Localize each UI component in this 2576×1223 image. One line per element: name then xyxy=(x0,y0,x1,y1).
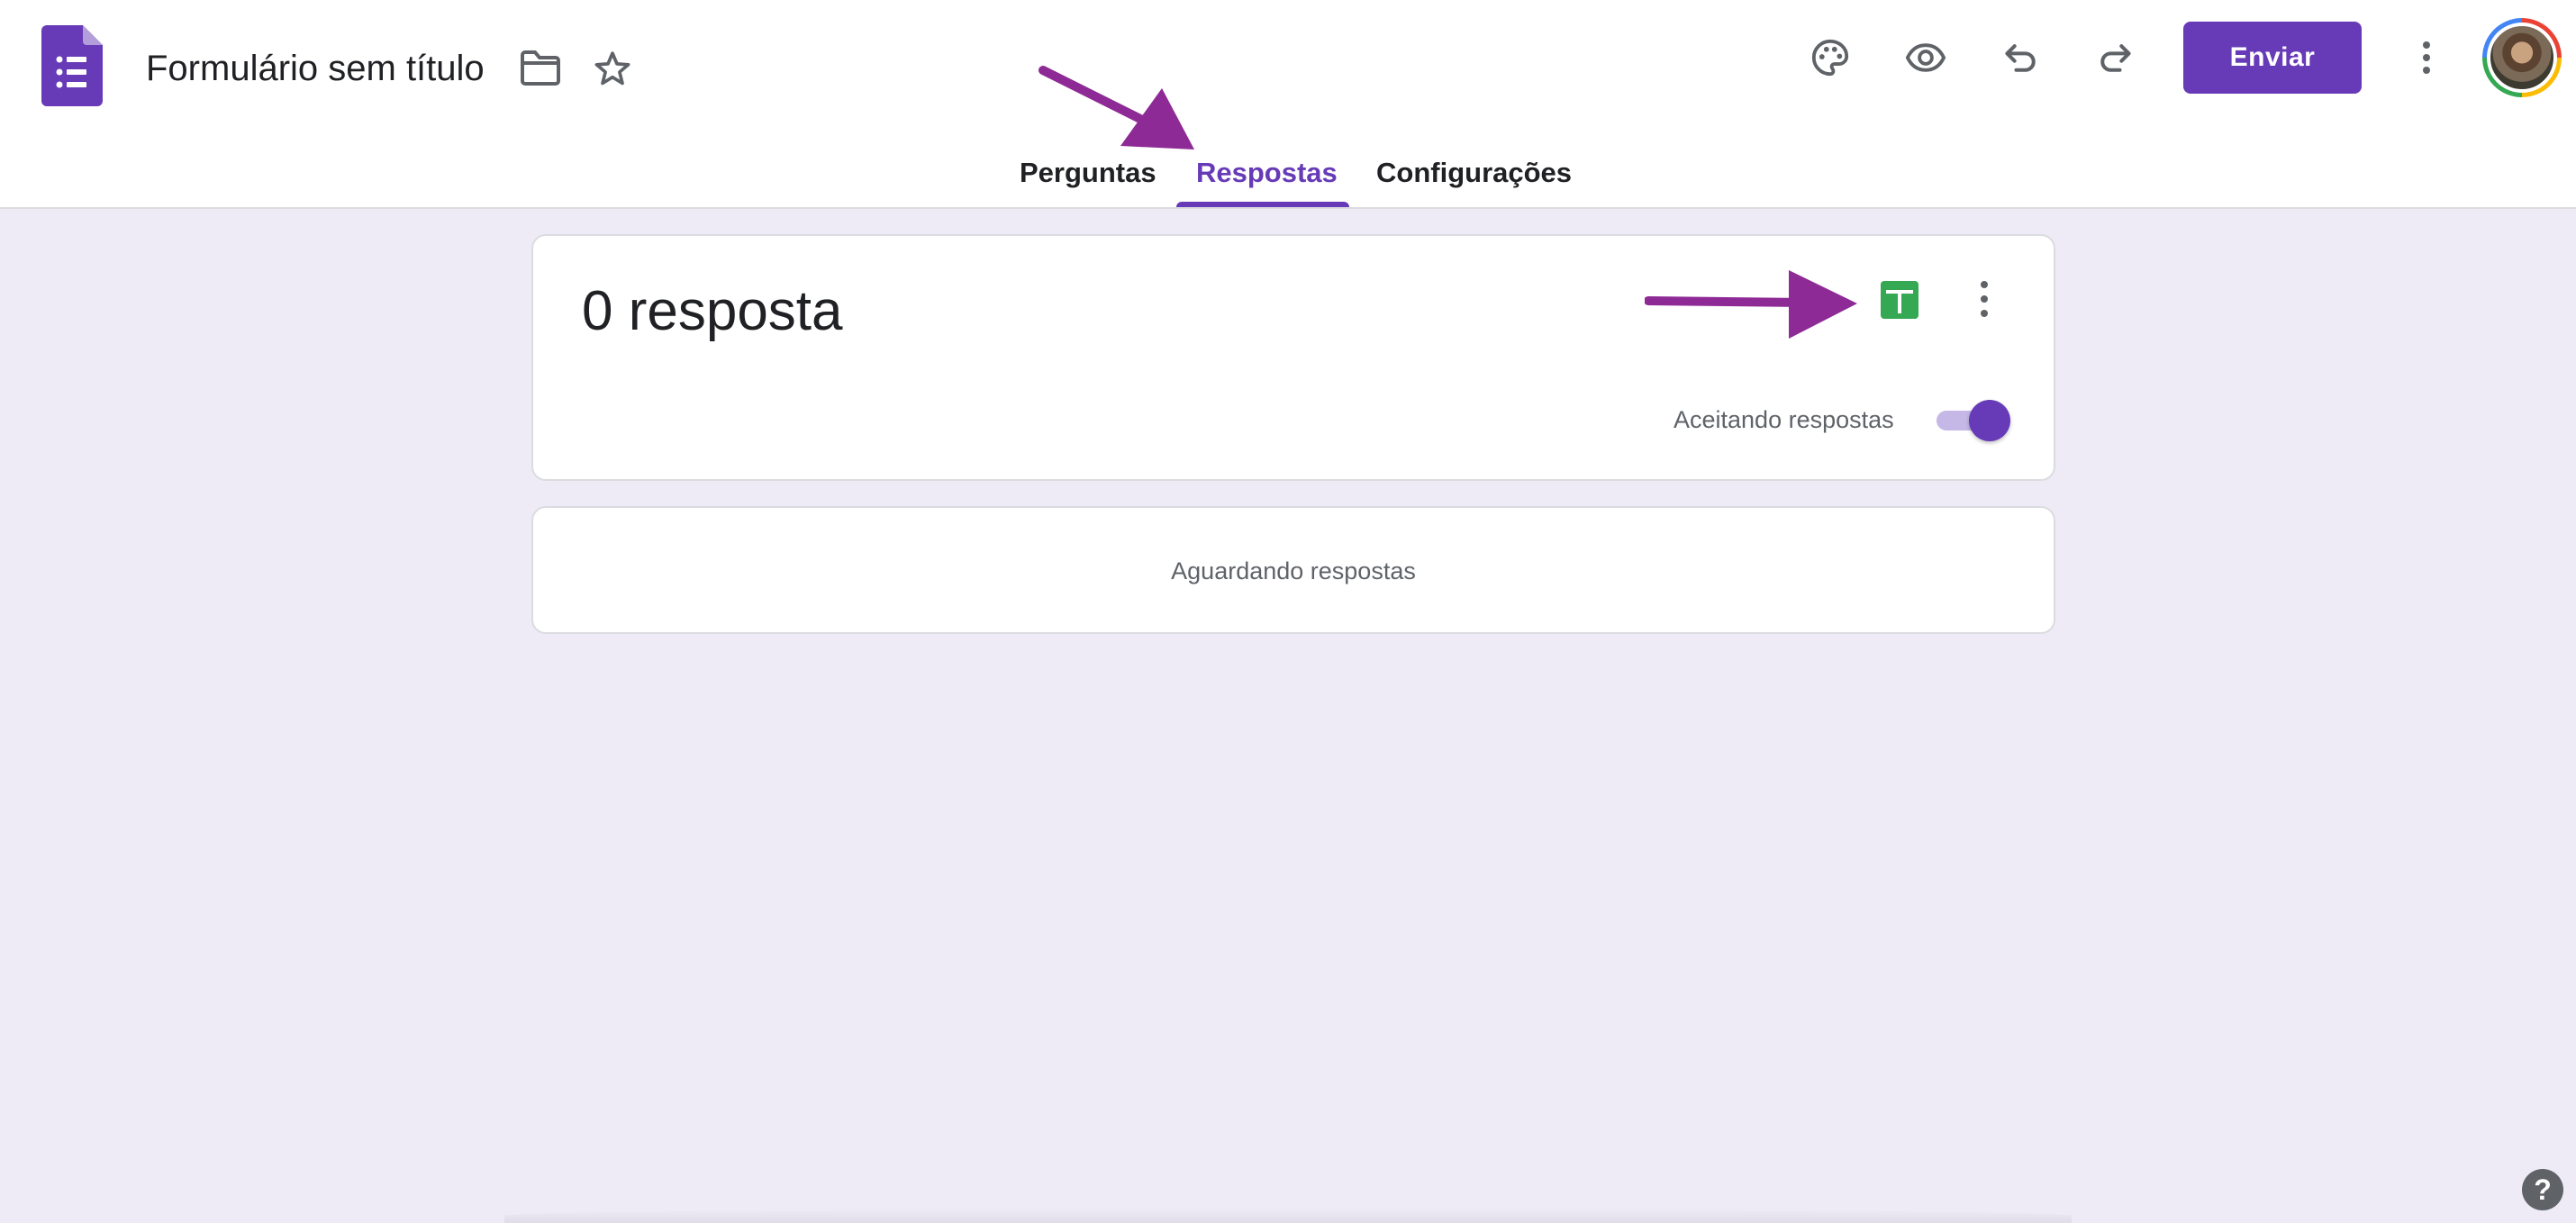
google-sheets-icon[interactable] xyxy=(1879,279,1920,321)
bottom-shadow xyxy=(504,1209,2072,1223)
send-button[interactable]: Enviar xyxy=(2183,22,2362,94)
accepting-responses-toggle[interactable] xyxy=(1933,398,2012,441)
accepting-responses-label: Aceitando respostas xyxy=(1673,406,1894,433)
responses-empty-card: Aguardando respostas xyxy=(531,506,2055,634)
avatar[interactable] xyxy=(2482,18,2562,97)
top-header: Formulário sem título Enviar Perguntas R… xyxy=(0,0,2576,209)
response-count: 0 resposta xyxy=(582,280,843,342)
toggle-thumb xyxy=(1969,400,2010,441)
avatar-photo xyxy=(2487,23,2557,93)
tab-configuracoes[interactable]: Configurações xyxy=(1376,153,1572,193)
eye-icon[interactable] xyxy=(1902,34,1949,81)
more-vert-icon[interactable] xyxy=(1971,276,1998,322)
google-forms-icon[interactable] xyxy=(41,25,103,106)
help-button[interactable]: ? xyxy=(2522,1169,2563,1210)
folder-icon[interactable] xyxy=(517,45,564,92)
active-tab-indicator xyxy=(1176,202,1349,207)
tab-respostas[interactable]: Respostas xyxy=(1196,153,1338,193)
undo-icon[interactable] xyxy=(1998,34,2045,81)
star-icon[interactable] xyxy=(589,45,636,92)
tab-perguntas[interactable]: Perguntas xyxy=(1020,153,1156,193)
palette-icon[interactable] xyxy=(1807,34,1854,81)
more-vert-icon[interactable] xyxy=(2410,34,2443,81)
form-title[interactable]: Formulário sem título xyxy=(146,43,485,94)
responses-summary-card: 0 resposta Aceitando respostas xyxy=(531,234,2055,481)
waiting-responses-text: Aguardando respostas xyxy=(1171,557,1416,584)
redo-icon[interactable] xyxy=(2091,34,2138,81)
